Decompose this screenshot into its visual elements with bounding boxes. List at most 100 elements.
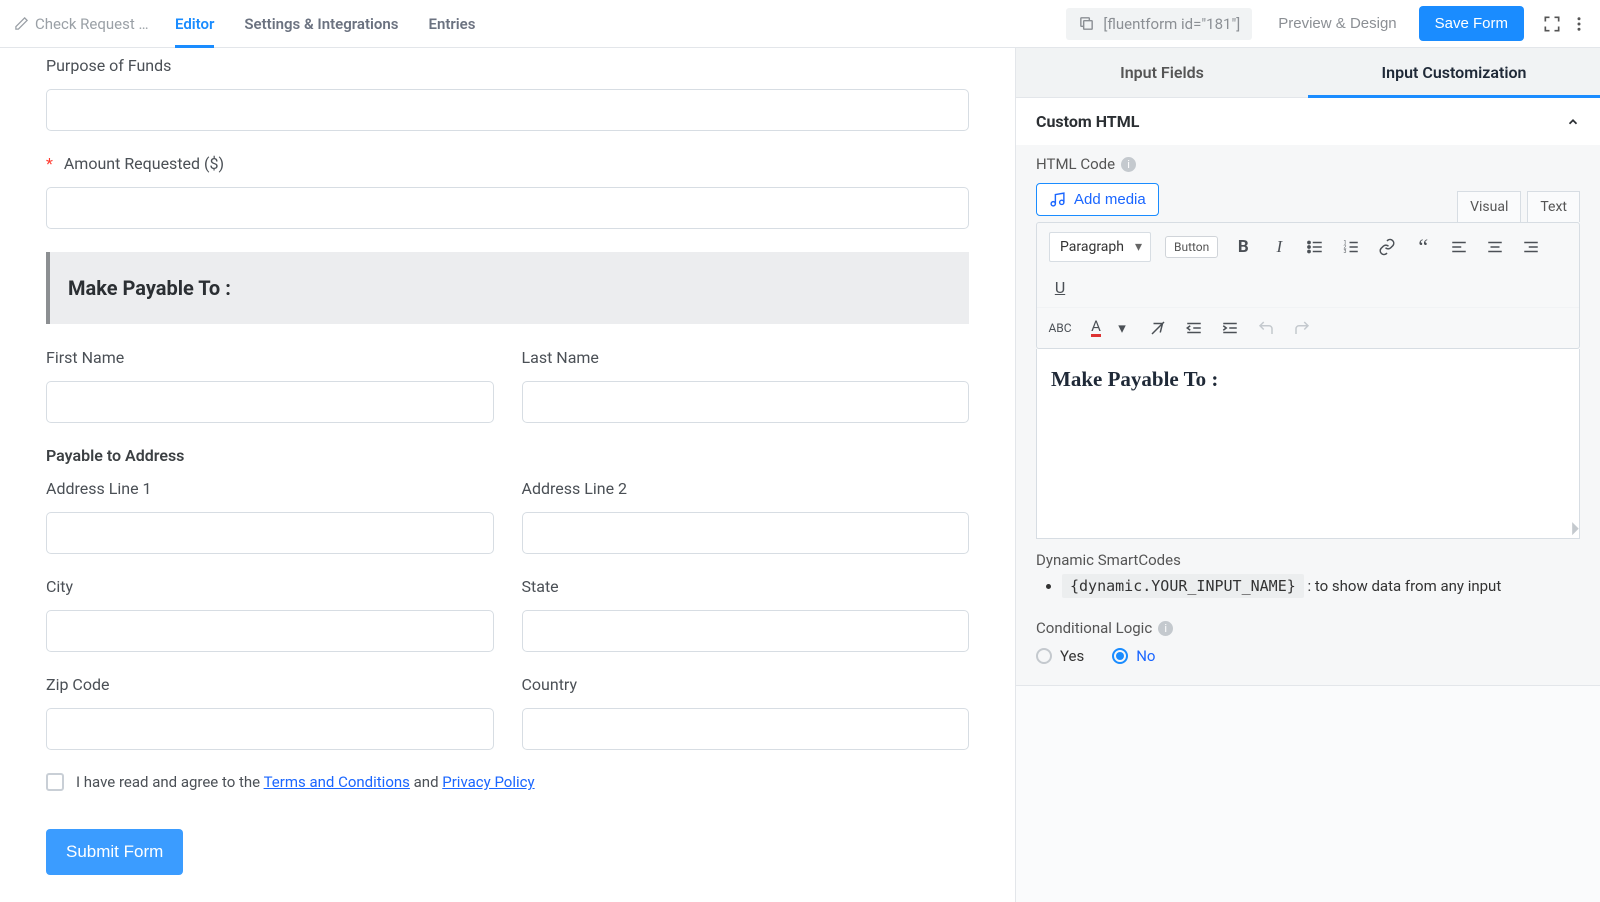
smartcode-desc: : to show data from any input	[1308, 577, 1502, 595]
state-label: State	[522, 577, 970, 596]
field-zip[interactable]: Zip Code	[46, 675, 494, 750]
field-purpose[interactable]: Purpose of Funds	[46, 56, 969, 131]
side-tab-input-fields[interactable]: Input Fields	[1016, 48, 1308, 97]
first-name-label: First Name	[46, 348, 494, 367]
radio-no[interactable]: No	[1112, 647, 1155, 665]
smartcodes-label: Dynamic SmartCodes	[1036, 551, 1580, 569]
indent-icon[interactable]	[1219, 317, 1241, 339]
insert-button-pill[interactable]: Button	[1165, 236, 1218, 258]
quote-icon[interactable]: “	[1412, 236, 1434, 258]
smartcode-chip: {dynamic.YOUR_INPUT_NAME}	[1062, 574, 1304, 598]
shortcode-text: [fluentform id="181"]	[1103, 15, 1240, 33]
radio-yes[interactable]: Yes	[1036, 647, 1084, 665]
preview-button[interactable]: Preview & Design	[1266, 8, 1408, 39]
undo-icon[interactable]	[1255, 317, 1277, 339]
align-right-icon[interactable]	[1520, 236, 1542, 258]
align-center-icon[interactable]	[1484, 236, 1506, 258]
last-name-label: Last Name	[522, 348, 970, 367]
privacy-link[interactable]: Privacy Policy	[442, 773, 534, 791]
svg-text:3: 3	[1344, 249, 1347, 255]
form-title[interactable]: Check Request F…	[35, 15, 155, 33]
outdent-icon[interactable]	[1183, 317, 1205, 339]
copy-icon	[1078, 15, 1095, 32]
conditional-logic-label: Conditional Logic i	[1036, 619, 1580, 637]
address2-label: Address Line 2	[522, 479, 970, 498]
terms-text: I have read and agree to the Terms and C…	[76, 773, 535, 791]
add-media-button[interactable]: Add media	[1036, 183, 1159, 216]
rte-toolbar: Paragraph Button B I 123 “ U	[1036, 222, 1580, 349]
field-country[interactable]: Country	[522, 675, 970, 750]
tab-editor[interactable]: Editor	[175, 0, 214, 47]
radio-dot	[1112, 648, 1128, 664]
save-button[interactable]: Save Form	[1419, 6, 1524, 41]
kebab-icon	[1570, 15, 1588, 33]
clear-format-icon[interactable]	[1147, 317, 1169, 339]
more-button[interactable]	[1566, 11, 1592, 37]
edit-title-icon[interactable]	[14, 16, 29, 31]
shortcode-chip[interactable]: [fluentform id="181"]	[1066, 8, 1252, 40]
field-address2[interactable]: Address Line 2	[522, 479, 970, 554]
state-input[interactable]	[522, 610, 970, 652]
editor-mode-tabs: Visual Text	[1457, 191, 1580, 222]
redo-icon[interactable]	[1291, 317, 1313, 339]
number-list-icon[interactable]: 123	[1340, 236, 1362, 258]
side-tab-customization[interactable]: Input Customization	[1308, 48, 1600, 97]
city-label: City	[46, 577, 494, 596]
sidebar-tabs: Input Fields Input Customization	[1016, 48, 1600, 98]
section-custom-html-header[interactable]: Custom HTML	[1016, 98, 1600, 145]
section-make-payable[interactable]: Make Payable To :	[46, 252, 969, 324]
bold-icon[interactable]: B	[1232, 236, 1254, 258]
zip-label: Zip Code	[46, 675, 494, 694]
first-name-input[interactable]	[46, 381, 494, 423]
text-color-dropdown-icon[interactable]: ▾	[1111, 317, 1133, 339]
html-code-label: HTML Code i	[1036, 155, 1580, 173]
info-icon[interactable]: i	[1158, 621, 1173, 636]
address1-label: Address Line 1	[46, 479, 494, 498]
fullscreen-icon	[1542, 14, 1562, 34]
field-first-name[interactable]: First Name	[46, 348, 494, 423]
last-name-input[interactable]	[522, 381, 970, 423]
italic-icon[interactable]: I	[1268, 236, 1290, 258]
media-icon	[1049, 191, 1066, 208]
editor-canvas: Purpose of Funds * Amount Requested ($) …	[0, 48, 1015, 902]
resize-grip-icon[interactable]: ◢	[1563, 520, 1579, 536]
link-icon[interactable]	[1376, 236, 1398, 258]
fullscreen-button[interactable]	[1538, 10, 1566, 38]
editor-mode-text[interactable]: Text	[1527, 191, 1580, 222]
field-last-name[interactable]: Last Name	[522, 348, 970, 423]
terms-checkbox[interactable]	[46, 773, 64, 791]
country-input[interactable]	[522, 708, 970, 750]
chevron-up-icon	[1566, 115, 1580, 129]
tab-settings[interactable]: Settings & Integrations	[244, 0, 398, 47]
radio-dot	[1036, 648, 1052, 664]
rte-content-area[interactable]: Make Payable To : ◢	[1036, 349, 1580, 539]
purpose-input[interactable]	[46, 89, 969, 131]
city-input[interactable]	[46, 610, 494, 652]
terms-link[interactable]: Terms and Conditions	[264, 773, 410, 791]
field-amount[interactable]: * Amount Requested ($)	[46, 154, 969, 229]
tab-entries[interactable]: Entries	[428, 0, 475, 47]
underline-icon[interactable]: U	[1049, 276, 1071, 298]
submit-button[interactable]: Submit Form	[46, 829, 183, 875]
sidebar: Input Fields Input Customization Custom …	[1015, 48, 1600, 902]
bullet-list-icon[interactable]	[1304, 236, 1326, 258]
rte-text: Make Payable To :	[1051, 367, 1565, 392]
align-left-icon[interactable]	[1448, 236, 1470, 258]
info-icon[interactable]: i	[1121, 157, 1136, 172]
field-city[interactable]: City	[46, 577, 494, 652]
address2-input[interactable]	[522, 512, 970, 554]
editor-mode-visual[interactable]: Visual	[1457, 191, 1521, 222]
text-color-icon[interactable]: A	[1085, 317, 1107, 339]
field-state[interactable]: State	[522, 577, 970, 652]
amount-input[interactable]	[46, 187, 969, 229]
strikethrough-icon[interactable]: ABC	[1049, 317, 1071, 339]
field-address1[interactable]: Address Line 1	[46, 479, 494, 554]
format-select[interactable]: Paragraph	[1049, 232, 1151, 262]
terms-checkbox-row[interactable]: I have read and agree to the Terms and C…	[46, 773, 969, 791]
address1-input[interactable]	[46, 512, 494, 554]
section-custom-html: Custom HTML HTML Code i Add media Visu	[1016, 98, 1600, 686]
zip-input[interactable]	[46, 708, 494, 750]
purpose-label: Purpose of Funds	[46, 56, 969, 75]
country-label: Country	[522, 675, 970, 694]
address-section-title: Payable to Address	[46, 446, 969, 465]
